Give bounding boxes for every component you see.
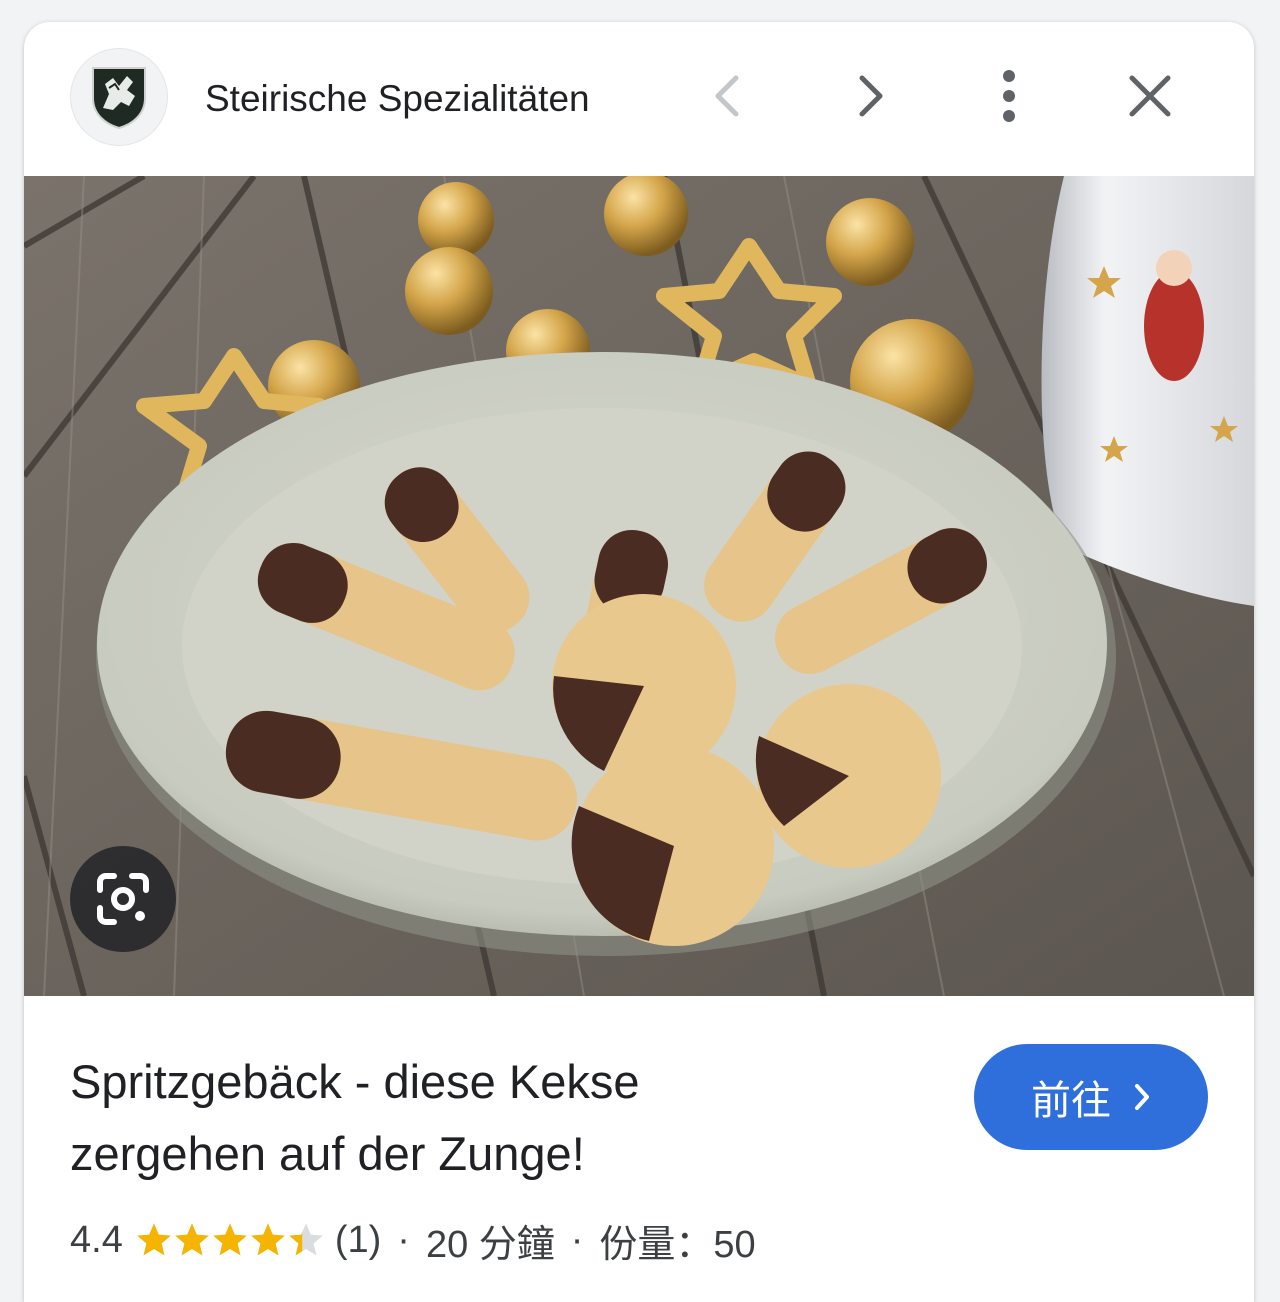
chevron-right-icon — [859, 75, 883, 117]
review-count: (1) — [334, 1218, 382, 1261]
cook-time: 20 分鐘 — [425, 1223, 555, 1266]
separator: · — [570, 1218, 584, 1261]
star-icon — [175, 1223, 209, 1256]
star-icon — [289, 1223, 323, 1256]
image-preview-panel: Steirische Spezialitäten Spritzgebäck - … — [24, 22, 1254, 1302]
rating-stars — [135, 1221, 325, 1259]
recipe-meta: 4.4 (1) · 20 分鐘 · 份量：50 — [70, 1218, 756, 1266]
separator: · — [397, 1218, 410, 1261]
google-lens-button[interactable] — [70, 846, 176, 952]
recipe-title[interactable]: Spritzgebäck - diese Kekse zergehen auf … — [70, 1046, 770, 1190]
visit-button-label: 前往 — [1031, 1079, 1111, 1123]
star-icon — [137, 1223, 171, 1256]
panel-header: Steirische Spezialitäten — [24, 22, 1254, 176]
close-icon — [1129, 75, 1171, 117]
more-options-button[interactable] — [971, 58, 1047, 134]
coat-of-arms-icon — [92, 67, 146, 130]
cookies-photo — [24, 176, 1254, 996]
site-favicon[interactable] — [70, 48, 168, 146]
servings: 份量：50 — [599, 1223, 756, 1266]
previous-button[interactable] — [690, 58, 766, 134]
chevron-right-icon — [1135, 1084, 1149, 1110]
star-icon — [213, 1223, 247, 1256]
chevron-left-icon — [715, 75, 739, 117]
more-vert-icon — [1003, 70, 1015, 122]
close-button[interactable] — [1112, 58, 1188, 134]
site-name[interactable]: Steirische Spezialitäten — [205, 78, 590, 120]
visit-button[interactable]: 前往 — [974, 1044, 1208, 1150]
google-lens-icon — [97, 873, 149, 925]
recipe-image[interactable] — [24, 176, 1254, 996]
rating-value: 4.4 — [70, 1218, 123, 1261]
star-icon — [251, 1223, 285, 1256]
next-button[interactable] — [832, 58, 908, 134]
